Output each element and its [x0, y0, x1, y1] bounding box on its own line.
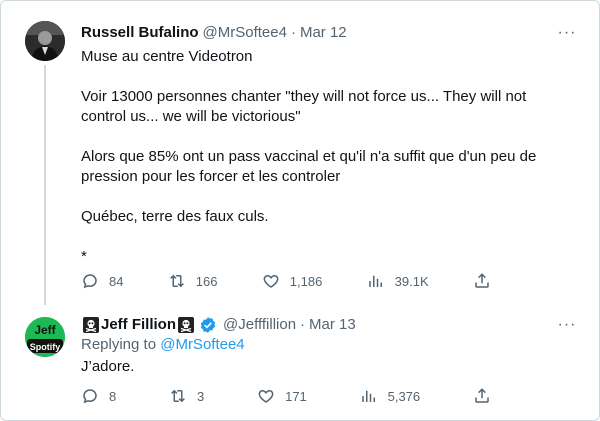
tweet-date[interactable]: Mar 13 — [309, 315, 356, 335]
author-name[interactable]: Russell Bufalino — [81, 23, 199, 43]
tweet-paragraph: Québec, terre des faux culs. — [81, 208, 269, 225]
tweet-paragraph: Voir 13000 personnes chanter "they will … — [81, 88, 527, 125]
date-separator: · — [290, 24, 296, 41]
view-count: 39.1K — [394, 273, 429, 289]
tweet-reply[interactable]: Jeff Spotify Jeff Fillion @Jefffillion ·… — [1, 304, 599, 420]
retweet-icon — [169, 274, 184, 288]
share-icon — [475, 273, 489, 288]
retweet-count: 3 — [197, 388, 205, 404]
views-button[interactable]: 39.1K — [367, 272, 429, 290]
more-options-button[interactable]: ··· — [557, 315, 577, 335]
reply-button[interactable]: 84 — [81, 272, 123, 290]
retweet-button[interactable]: 166 — [168, 272, 218, 290]
tweet-actions: 84 166 1,186 39.1K — [81, 271, 501, 291]
tweet-header: Jeff Fillion @Jefffillion · Mar 13 — [81, 315, 356, 335]
views-icon — [368, 275, 382, 287]
reply-icon — [83, 389, 97, 404]
tweet-header: Russell Bufalino @MrSoftee4 · Mar 12 — [81, 23, 347, 43]
views-button[interactable]: 5,376 — [360, 387, 421, 405]
reply-count: 8 — [109, 388, 117, 404]
tweet-paragraph: Muse au centre Videotron — [81, 48, 253, 65]
like-button[interactable]: 1,186 — [262, 272, 323, 290]
author-handle[interactable]: @Jefffillion — [223, 315, 296, 335]
tweet-date[interactable]: Mar 12 — [300, 23, 347, 43]
thread-connector-line — [44, 65, 46, 305]
retweet-button[interactable]: 3 — [169, 387, 204, 405]
like-count: 1,186 — [289, 273, 323, 289]
skull-flag-icon — [83, 317, 99, 333]
like-count: 171 — [285, 388, 307, 404]
retweet-count: 166 — [195, 273, 218, 289]
author-handle[interactable]: @MrSoftee4 — [203, 23, 287, 43]
avatar[interactable] — [25, 21, 65, 61]
tweet-paragraph: * — [81, 248, 87, 265]
tweet-actions: 8 3 171 5,376 — [81, 386, 501, 406]
avatar-spotify-logo: Jeff Spotify — [25, 317, 65, 357]
tweet-text: Muse au centre Videotron Voir 13000 pers… — [81, 47, 571, 267]
author-name[interactable]: Jeff Fillion — [101, 315, 176, 335]
retweet-icon — [171, 389, 185, 403]
like-button[interactable]: 171 — [257, 387, 307, 405]
reply-button[interactable]: 8 — [81, 387, 116, 405]
tweet-text: J’adore. — [81, 358, 135, 375]
tweet-paragraph: Alors que 85% ont un pass vaccinal et qu… — [81, 148, 537, 185]
share-button[interactable] — [473, 387, 501, 405]
tweet-thread: Russell Bufalino @MrSoftee4 · Mar 12 ···… — [0, 0, 600, 421]
replying-handle-link[interactable]: @MrSoftee4 — [160, 336, 244, 353]
replying-to: Replying to @MrSoftee4 — [81, 335, 245, 355]
verified-badge-icon[interactable] — [199, 316, 217, 334]
avatar[interactable]: Jeff Spotify — [25, 317, 65, 357]
avatar-text-bottom: Spotify — [30, 342, 61, 352]
share-button[interactable] — [473, 272, 501, 290]
like-icon — [263, 274, 279, 288]
view-count: 5,376 — [387, 388, 421, 404]
replying-prefix: Replying to — [81, 336, 157, 353]
share-icon — [475, 388, 489, 403]
avatar-text-top: Jeff — [34, 323, 56, 337]
more-options-button[interactable]: ··· — [557, 23, 577, 43]
skull-flag-icon — [178, 317, 194, 333]
reply-count: 84 — [109, 273, 124, 289]
avatar-photo — [25, 21, 65, 61]
like-icon — [258, 389, 274, 403]
views-icon — [361, 390, 375, 402]
tweet-main[interactable]: Russell Bufalino @MrSoftee4 · Mar 12 ···… — [1, 1, 599, 305]
date-separator: · — [300, 316, 306, 333]
reply-icon — [83, 274, 97, 289]
